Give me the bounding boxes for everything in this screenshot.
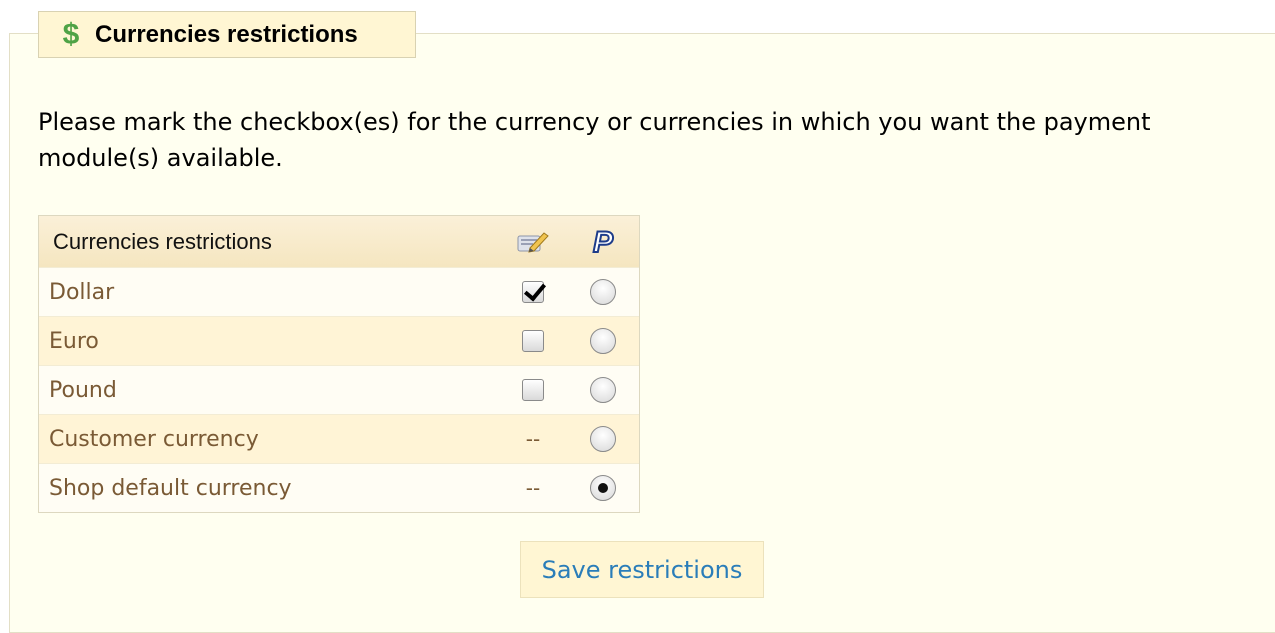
table-row: Shop default currency --: [39, 463, 639, 512]
currencies-table: Currencies restrictions P Dollar Euro Po…: [38, 215, 640, 513]
paypal-radio-shop-default-currency[interactable]: [590, 475, 616, 501]
table-row: Pound: [39, 365, 639, 414]
paypal-radio-customer-currency[interactable]: [590, 426, 616, 452]
not-applicable-dash: --: [525, 476, 541, 500]
instructions-text: Please mark the checkbox(es) for the cur…: [38, 108, 1151, 172]
currency-label: Dollar: [49, 279, 115, 305]
table-row: Customer currency --: [39, 414, 639, 463]
column-header-paypal: P: [567, 226, 639, 258]
module-checkbox-pound[interactable]: [522, 379, 544, 401]
table-row: Euro: [39, 316, 639, 365]
currency-label: Customer currency: [49, 426, 259, 452]
table-row: Dollar: [39, 267, 639, 316]
dollar-icon: $: [62, 17, 80, 51]
module-checkbox-dollar[interactable]: [522, 281, 544, 303]
not-applicable-dash: --: [525, 427, 541, 451]
paypal-icon: P: [592, 226, 615, 258]
table-header-row: Currencies restrictions P: [39, 216, 639, 267]
currency-label: Euro: [49, 328, 99, 354]
paypal-radio-dollar[interactable]: [590, 279, 616, 305]
column-header-currencies: Currencies restrictions: [53, 228, 272, 254]
svg-text:P: P: [593, 226, 614, 258]
section-title: Currencies restrictions: [95, 20, 358, 48]
save-restrictions-button[interactable]: Save restrictions: [520, 541, 764, 598]
section-legend: $ Currencies restrictions: [38, 11, 416, 58]
paypal-radio-pound[interactable]: [590, 377, 616, 403]
currency-label: Pound: [49, 377, 117, 403]
paypal-radio-euro[interactable]: [590, 328, 616, 354]
module-checkbox-euro[interactable]: [522, 330, 544, 352]
currency-label: Shop default currency: [49, 475, 292, 501]
module-edit-icon: [517, 231, 549, 253]
column-header-module: [499, 230, 567, 254]
